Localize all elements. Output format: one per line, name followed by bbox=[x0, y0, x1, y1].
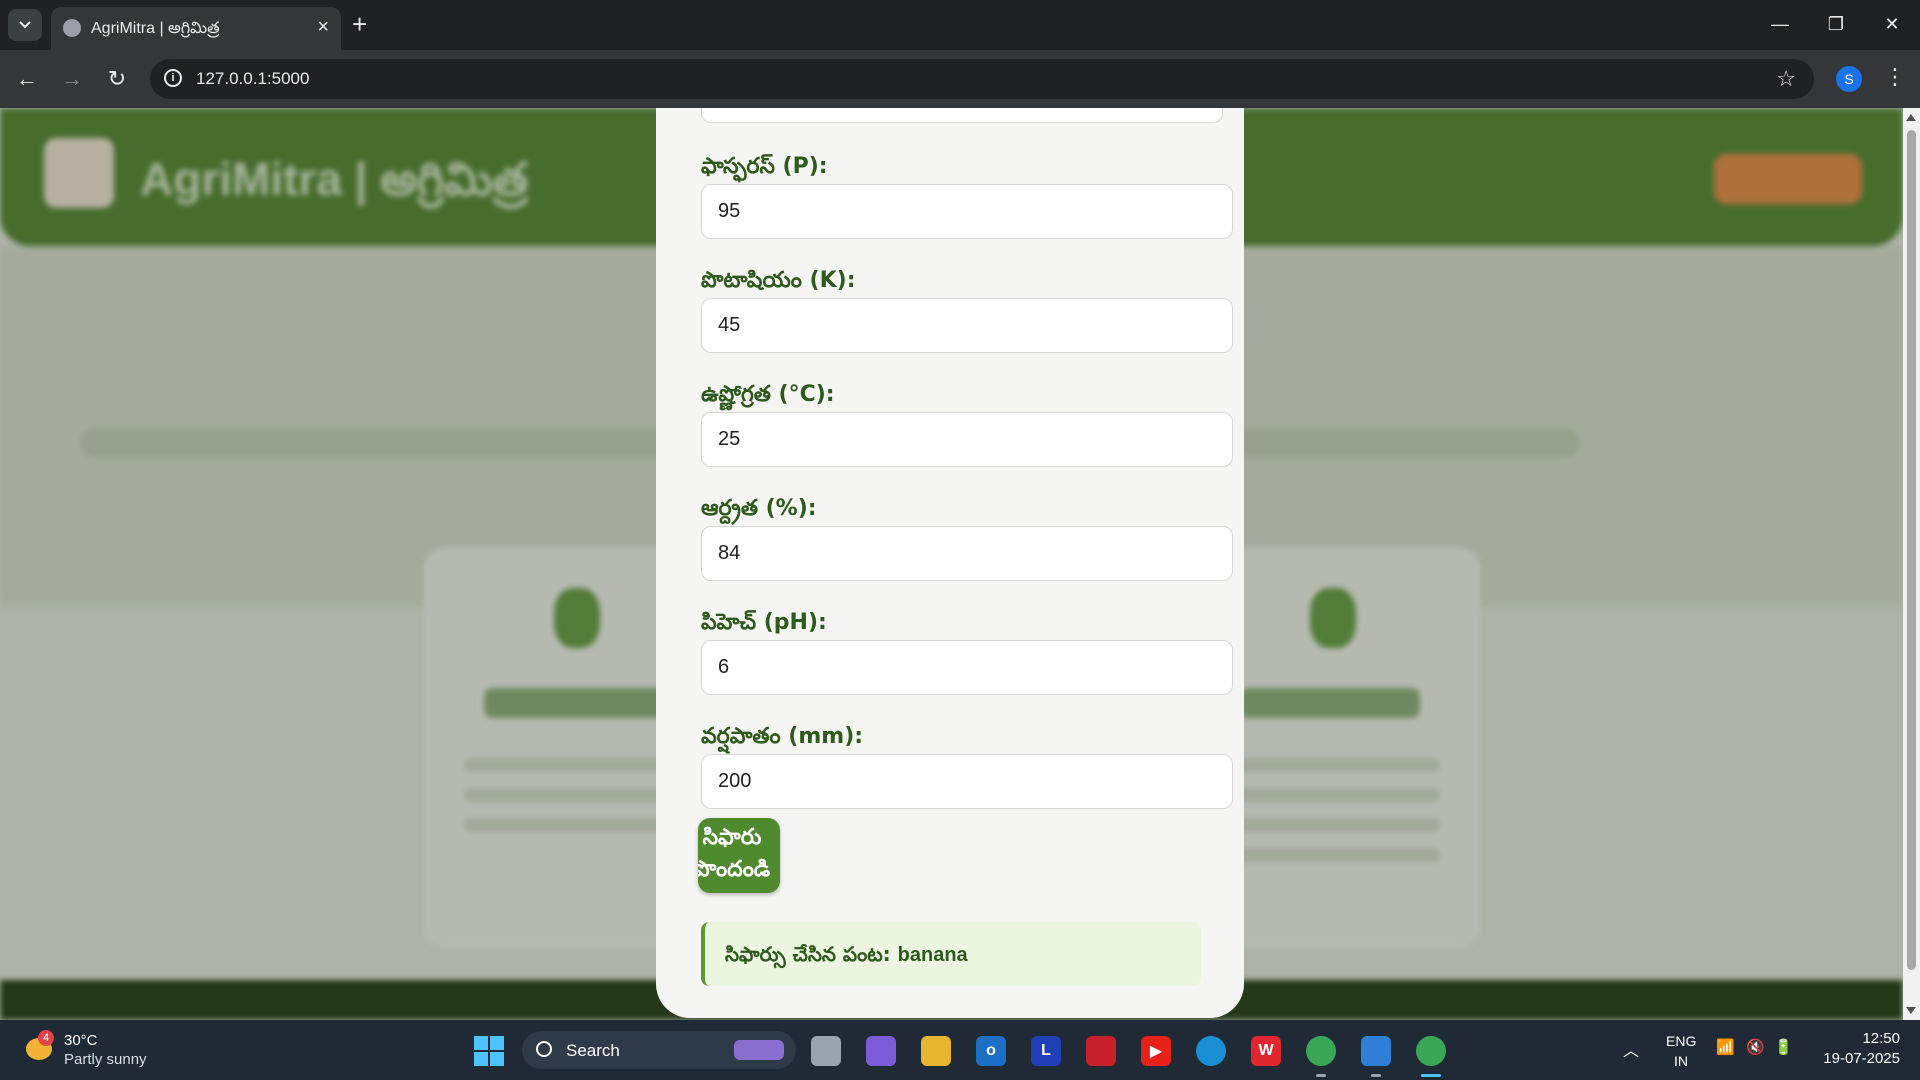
rainfall-input[interactable] bbox=[701, 754, 1233, 809]
result-prefix: సిఫార్సు చేసిన పంట: bbox=[725, 942, 898, 966]
page-viewport: AgriMitra | అగ్రిమిత్ర ఫాస్ఫరస్ (P): పొట… bbox=[0, 108, 1903, 1020]
wps-office-icon[interactable]: W bbox=[1251, 1036, 1281, 1066]
ph-input[interactable] bbox=[701, 640, 1233, 695]
youtube-icon[interactable]: ▶ bbox=[1141, 1036, 1171, 1066]
address-bar[interactable]: i 127.0.0.1:5000 ☆ bbox=[150, 59, 1814, 99]
get-recommendation-button[interactable]: సిఫారు పొందండి bbox=[698, 818, 780, 893]
mcafee-icon[interactable] bbox=[1086, 1036, 1116, 1066]
wifi-icon[interactable]: 📶 bbox=[1716, 1038, 1735, 1056]
battery-icon[interactable]: 🔋 bbox=[1774, 1038, 1793, 1056]
search-icon bbox=[536, 1041, 552, 1057]
reload-button[interactable]: ↻ bbox=[104, 66, 130, 92]
vscode-icon[interactable] bbox=[1361, 1036, 1391, 1066]
search-highlight-icon bbox=[734, 1040, 784, 1060]
close-window-icon[interactable]: ✕ bbox=[1864, 0, 1920, 48]
minimize-icon[interactable]: — bbox=[1752, 0, 1808, 48]
volume-muted-icon[interactable]: 🔇 bbox=[1746, 1038, 1765, 1056]
page-scrollbar[interactable] bbox=[1903, 108, 1920, 1020]
running-indicator bbox=[1316, 1074, 1326, 1077]
weather-temp: 30°C bbox=[64, 1032, 98, 1049]
previous-field-input[interactable] bbox=[701, 108, 1223, 123]
active-indicator bbox=[1421, 1074, 1441, 1077]
temperature-input[interactable] bbox=[701, 412, 1233, 467]
globe-icon bbox=[63, 19, 81, 37]
potassium-input[interactable] bbox=[701, 298, 1233, 353]
browser-menu-icon[interactable]: ⋮ bbox=[1884, 64, 1906, 90]
scroll-up-icon[interactable] bbox=[1906, 114, 1916, 121]
language-indicator[interactable]: ENG IN bbox=[1666, 1031, 1696, 1071]
scrollbar-thumb[interactable] bbox=[1907, 130, 1916, 970]
language-code: ENG bbox=[1666, 1033, 1697, 1049]
weather-badge: 4 bbox=[38, 1030, 54, 1046]
browser-titlebar: AgriMitra | అగ్రిమిత్ర × + — ❐ ✕ bbox=[0, 0, 1920, 50]
profile-avatar[interactable]: S bbox=[1836, 66, 1862, 92]
search-label: Search bbox=[566, 1041, 620, 1060]
scroll-down-icon[interactable] bbox=[1906, 1007, 1916, 1014]
chrome-active-icon[interactable] bbox=[1416, 1036, 1446, 1066]
close-tab-icon[interactable]: × bbox=[317, 16, 329, 39]
weather-condition: Partly sunny bbox=[64, 1051, 147, 1068]
url-text[interactable]: 127.0.0.1:5000 bbox=[196, 69, 309, 89]
window-controls: — ❐ ✕ bbox=[1752, 0, 1920, 48]
humidity-label: ఆర్ద్రత (%): bbox=[701, 496, 817, 521]
taskbar-search[interactable]: Search bbox=[522, 1031, 796, 1069]
clock-date: 19-07-2025 bbox=[1823, 1050, 1900, 1067]
bookmark-star-icon[interactable]: ☆ bbox=[1776, 66, 1796, 92]
temperature-label: ఉష్ణోగ్రత (°C): bbox=[701, 382, 835, 407]
site-info-icon[interactable]: i bbox=[164, 69, 182, 87]
task-view-icon[interactable] bbox=[811, 1036, 841, 1066]
outlook-icon[interactable]: o bbox=[976, 1036, 1006, 1066]
rainfall-label: వర్షపాతం (mm): bbox=[701, 724, 864, 749]
submit-label-line2: పొందండి bbox=[698, 857, 771, 882]
tab-search-button[interactable] bbox=[8, 9, 42, 41]
humidity-input[interactable] bbox=[701, 526, 1233, 581]
chevron-down-icon bbox=[19, 21, 31, 29]
tray-overflow-icon[interactable]: ︿ bbox=[1623, 1037, 1639, 1061]
l-app-icon[interactable]: L bbox=[1031, 1036, 1061, 1066]
edge-icon[interactable] bbox=[1196, 1036, 1226, 1066]
copilot-icon[interactable] bbox=[866, 1036, 896, 1066]
recommended-crop: banana bbox=[897, 944, 968, 966]
file-explorer-icon[interactable] bbox=[921, 1036, 951, 1066]
clock-time: 12:50 bbox=[1862, 1030, 1900, 1047]
potassium-label: పొటాషియం (K): bbox=[701, 268, 856, 293]
submit-label-line1: సిఫారు bbox=[702, 825, 762, 850]
windows-start-icon[interactable] bbox=[474, 1036, 504, 1066]
taskbar-clock[interactable]: 12:50 19-07-2025 bbox=[1810, 1029, 1900, 1069]
phosphorus-label: ఫాస్ఫరస్ (P): bbox=[701, 154, 828, 179]
back-button[interactable]: ← bbox=[14, 66, 40, 92]
new-tab-button[interactable]: + bbox=[352, 10, 367, 38]
browser-toolbar: ← → ↻ i 127.0.0.1:5000 ☆ bbox=[0, 50, 1920, 108]
tab-title: AgriMitra | అగ్రిమిత్ర bbox=[91, 20, 220, 37]
restore-icon[interactable]: ❐ bbox=[1808, 0, 1864, 48]
region-code: IN bbox=[1674, 1053, 1688, 1069]
running-indicator bbox=[1371, 1074, 1381, 1077]
browser-tab[interactable]: AgriMitra | అగ్రిమిత్ర × bbox=[51, 7, 341, 50]
phosphorus-input[interactable] bbox=[701, 184, 1233, 239]
chrome-profile-icon[interactable] bbox=[1306, 1036, 1336, 1066]
forward-button[interactable]: → bbox=[59, 66, 85, 92]
crop-recommendation-modal: ఫాస్ఫరస్ (P): పొటాషియం (K): ఉష్ణోగ్రత (°… bbox=[656, 108, 1244, 1018]
recommendation-result: సిఫార్సు చేసిన పంట: banana bbox=[701, 922, 1201, 986]
ph-label: పిహెచ్ (pH): bbox=[701, 610, 827, 635]
